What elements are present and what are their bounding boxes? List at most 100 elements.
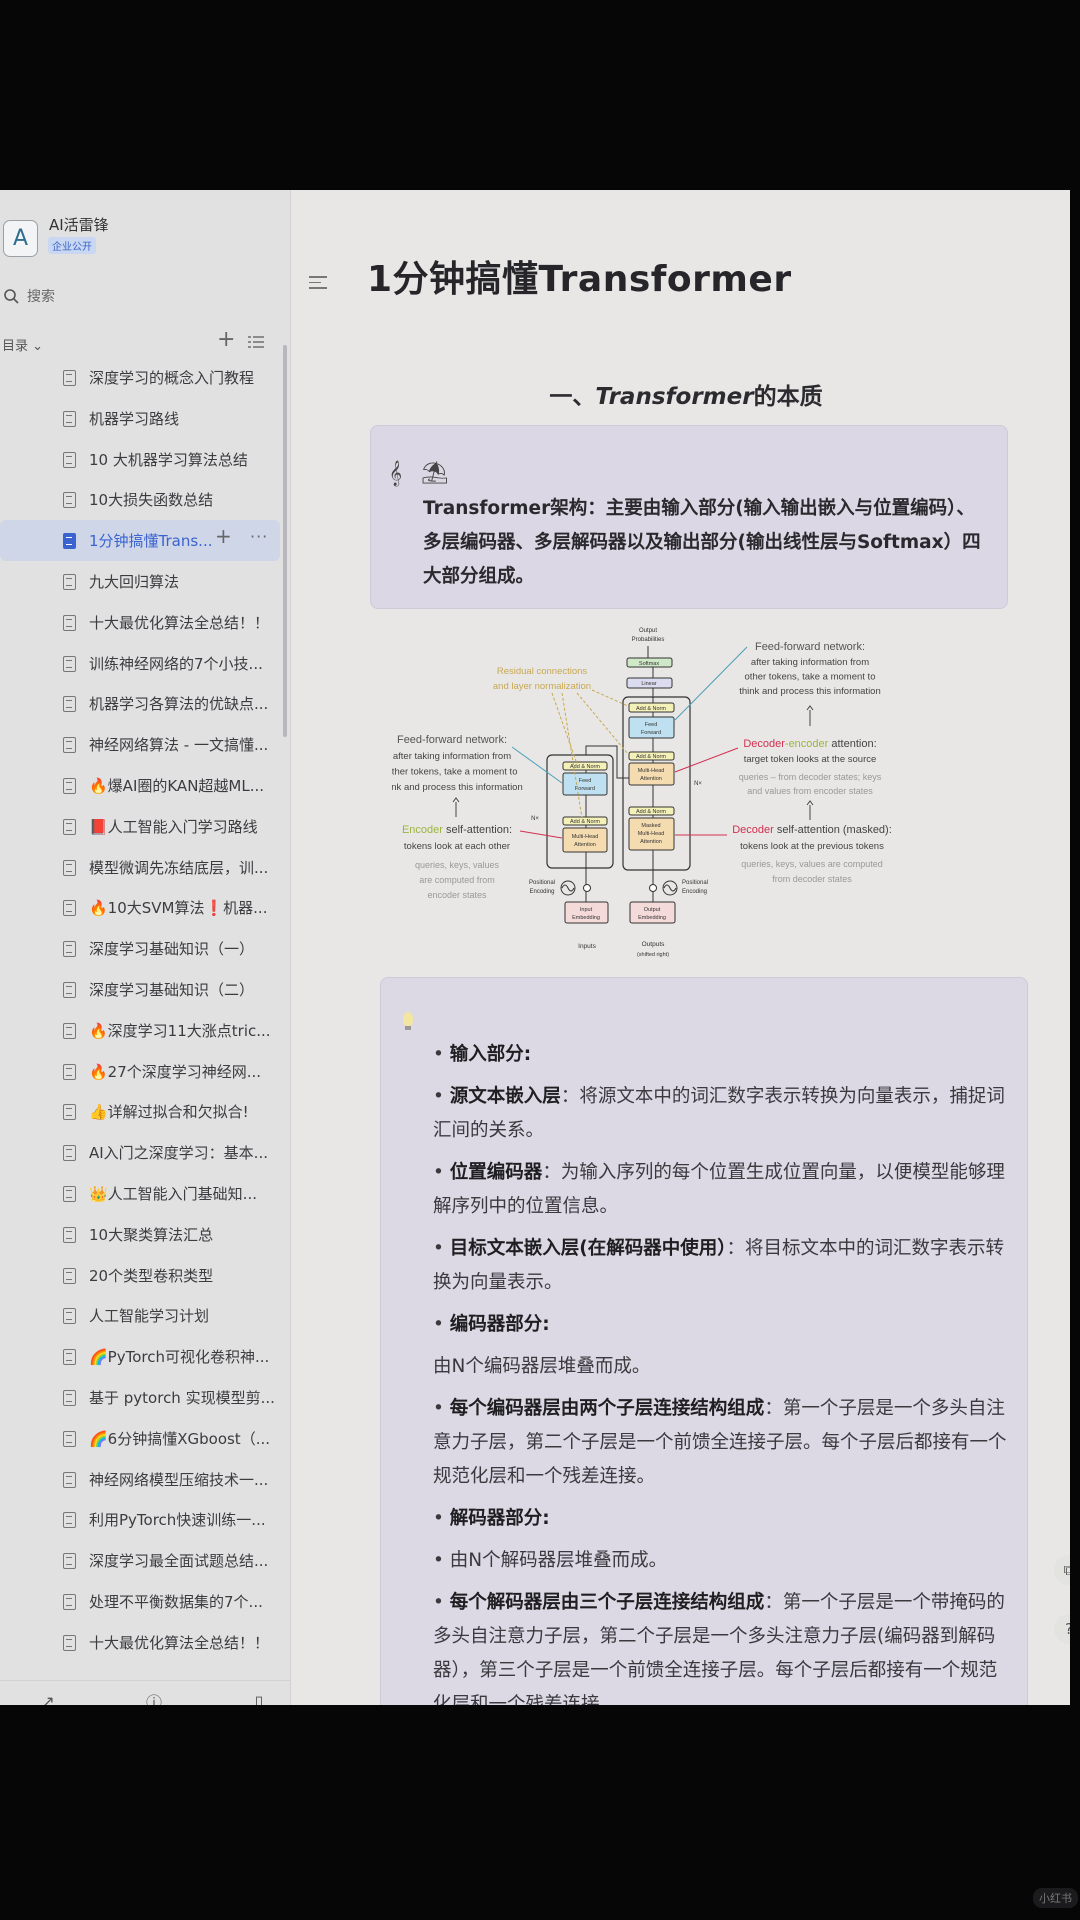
sidebar-item-label: AI入门之深度学习：基本... (89, 1144, 268, 1163)
sidebar-item[interactable]: 深度学习基础知识（一） (0, 928, 282, 969)
sidebar-item[interactable]: 深度学习基础知识（二） (0, 969, 282, 1010)
sidebar-item[interactable]: 深度学习的概念入门教程 (0, 357, 282, 398)
emb-label: Embedding (572, 915, 600, 921)
outputs-label: (shifted right) (637, 952, 669, 958)
sidebar-item-label: 🔥爆AI圈的KAN超越ML... (89, 776, 265, 795)
lightbulb-icon (403, 1012, 413, 1030)
residual-label: Residual connections (497, 666, 588, 677)
sidebar-item[interactable]: 利用PyTorch快速训练一... (0, 1499, 282, 1540)
encoder-word: Encoder (402, 824, 443, 836)
attention-pointer (519, 830, 563, 839)
sidebar-item-active[interactable]: 1分钟搞懂Trans... + ··· (0, 520, 280, 561)
sidebar-item[interactable]: 🔥深度学习11大涨点tric... (0, 1010, 282, 1051)
add-doc-button[interactable]: + (217, 327, 235, 352)
document-icon (63, 818, 76, 835)
encoder-attn-title: Encoder self-attention: (402, 824, 512, 836)
mmha-label: Attention (640, 839, 662, 845)
space-logo[interactable]: A (3, 220, 38, 257)
document-icon (63, 655, 76, 672)
app-screen: A AI活雷锋 企业公开 搜索 目录 ⌄ + 深度学习的概念入门教程 机器学习路线… (0, 190, 1070, 1705)
toc-toggle[interactable]: 目录 ⌄ (2, 335, 43, 354)
sidebar-item-label: 处理不平衡数据集的7个... (89, 1592, 263, 1611)
ff-label: Forward (575, 786, 595, 792)
ffn-pointer (674, 646, 748, 721)
callout-components-body: • 输入部分: • 源文本嵌入层：将源文本中的词汇数字表示转换为向量表示，捕捉词汇… (433, 1038, 1013, 1705)
sidebar-item[interactable]: 机器学习路线 (0, 398, 282, 439)
add-norm-label: Add & Norm (636, 754, 666, 760)
paragraph-text: 由N个编码器层堆叠而成。 (433, 1356, 651, 1377)
sidebar-item[interactable]: 深度学习最全面试题总结... (0, 1540, 282, 1581)
sidebar-item-label: 深度学习的概念入门教程 (89, 369, 255, 387)
document-icon (63, 533, 76, 550)
sidebar-item[interactable]: 📕人工智能入门学习路线 (0, 806, 282, 847)
dec-enc-attn-title: Decoder-encoder attention: (743, 738, 876, 750)
mha-label: Multi-Head (638, 768, 665, 774)
search-input[interactable]: 搜索 (0, 282, 280, 310)
sidebar-item[interactable]: 👍详解过拟合和欠拟合! (0, 1091, 282, 1132)
list-view-icon[interactable] (248, 335, 264, 349)
share-icon[interactable]: ↗ (36, 1689, 60, 1706)
page-title: 1分钟搞懂Transformer (367, 259, 792, 300)
sidebar-item[interactable]: 神经网络算法 - 一文搞懂... (0, 724, 282, 765)
sidebar-item[interactable]: 九大回归算法 (0, 561, 282, 602)
help-icon[interactable]: ? (1054, 1614, 1070, 1644)
title-part: attention: (828, 738, 876, 750)
ffn-desc: other tokens, take a moment to (392, 767, 517, 778)
more-options-button[interactable]: ··· (250, 527, 268, 546)
document-icon (63, 1634, 76, 1651)
ffn-desc: after taking information from (751, 657, 869, 668)
add-norm-label: Add & Norm (570, 819, 600, 825)
document-icon (63, 1145, 76, 1162)
sidebar-item[interactable]: 10 大机器学习算法总结 (0, 439, 282, 480)
sidebar-item-label: 十大最优化算法全总结！！ (89, 613, 270, 632)
callout-text: Transformer架构：主要由输入部分(输入输出嵌入与位置编码）、多层编码器… (423, 498, 981, 587)
sidebar-item[interactable]: 人工智能学习计划 (0, 1295, 282, 1336)
sidebar-item[interactable]: 🔥27个深度学习神经网... (0, 1051, 282, 1092)
toc-list: 深度学习的概念入门教程 机器学习路线 10 大机器学习算法总结 10大损失函数总结 1分… (0, 357, 282, 1663)
sidebar-item[interactable]: 十大最优化算法全总结！！ (0, 1622, 282, 1663)
sidebar-item[interactable]: 模型微调先冻结底层，训... (0, 847, 282, 888)
sidebar-item[interactable]: 20个类型卷积类型 (0, 1255, 282, 1296)
sidebar-item[interactable]: 🔥爆AI圈的KAN超越ML... (0, 765, 282, 806)
emb-label: Output (644, 907, 661, 913)
attn-gray: and values from encoder states (747, 786, 873, 796)
sidebar-item-label: 20个类型卷积类型 (89, 1266, 214, 1285)
plus-icon (649, 884, 657, 892)
sidebar-item-label: 🔥深度学习11大涨点tric... (89, 1021, 271, 1040)
sidebar-item[interactable]: 10大损失函数总结 (0, 479, 282, 520)
menu-icon[interactable] (309, 272, 327, 293)
add-norm-label: Add & Norm (636, 809, 666, 815)
softmax-label: Softmax (639, 661, 659, 667)
document-icon (63, 1185, 76, 1202)
sidebar-item[interactable]: 👑人工智能入门基础知... (0, 1173, 282, 1214)
ffn-pointer (511, 746, 563, 784)
sidebar-item[interactable]: 基于 pytorch 实现模型剪... (0, 1377, 282, 1418)
callout-paragraph: • 编码器部分: (433, 1314, 550, 1335)
space-title[interactable]: AI活雷锋 (49, 214, 109, 235)
sidebar-item[interactable]: AI入门之深度学习：基本... (0, 1132, 282, 1173)
sidebar-item[interactable]: 🔥10大SVM算法❗机器... (0, 887, 282, 928)
sidebar-scrollbar[interactable] (283, 345, 287, 737)
section-heading: 一、Transformer的本质 (291, 377, 1070, 411)
sidebar-item[interactable]: 神经网络模型压缩技术一... (0, 1459, 282, 1500)
paragraph-label: 每个解码器层由三个子层连接结构组成 (449, 1592, 765, 1613)
sidebar-item-label: 深度学习最全面试题总结... (89, 1552, 269, 1571)
add-subpage-button[interactable]: + (215, 524, 232, 548)
sidebar-item[interactable]: 处理不平衡数据集的7个... (0, 1581, 282, 1622)
feedback-icon[interactable]: ⧉ (1054, 1555, 1070, 1585)
document-icon (63, 1022, 76, 1039)
sidebar-item[interactable]: 十大最优化算法全总结！！ (0, 602, 282, 643)
sidebar-item[interactable]: 🌈PyTorch可视化卷积神... (0, 1336, 282, 1377)
callout-paragraph: • 输入部分: (433, 1044, 532, 1065)
trash-icon[interactable]: ▯ (247, 1689, 271, 1706)
sidebar-item[interactable]: 机器学习各算法的优缺点... (0, 683, 282, 724)
sidebar-item[interactable]: 🌈6分钟搞懂XGboost（... (0, 1418, 282, 1459)
info-icon[interactable]: ⓘ (142, 1689, 166, 1705)
sidebar-item[interactable]: 训练神经网络的7个小技... (0, 643, 282, 684)
transformer-diagram: Softmax Linear Add & Norm Feed Forward Add & … (392, 628, 892, 958)
sidebar-item[interactable]: 10大聚类算法汇总 (0, 1214, 282, 1255)
attn-desc: target token looks at the source (744, 754, 877, 765)
document-icon (63, 1226, 76, 1243)
mmha-label: Masked (641, 823, 660, 829)
sidebar-item-label: 🌈PyTorch可视化卷积神... (89, 1348, 270, 1367)
